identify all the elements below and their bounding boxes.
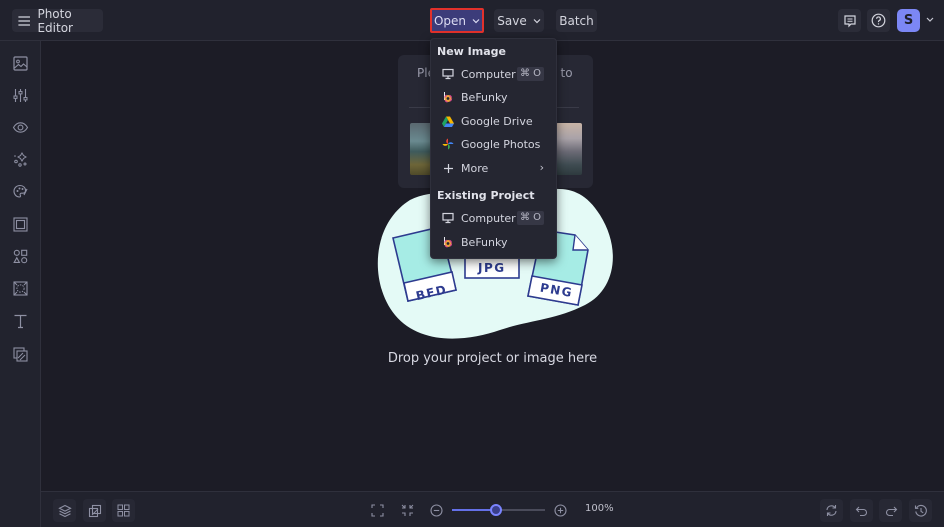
plus-icon	[442, 162, 454, 174]
menu-item-project-befunky[interactable]: BeFunky	[431, 231, 556, 253]
sync-button[interactable]	[820, 499, 843, 522]
hamburger-menu-icon	[18, 15, 31, 26]
plus-circle-icon	[554, 504, 567, 517]
account-chevron-down-icon[interactable]	[925, 14, 935, 24]
chevron-right-icon: ›	[539, 161, 544, 174]
actual-size-button[interactable]	[396, 499, 419, 522]
image-manager-icon[interactable]	[12, 55, 29, 72]
menu-item-new-befunky[interactable]: BeFunky	[431, 86, 556, 108]
app-menu-button[interactable]: Photo Editor	[12, 6, 103, 35]
google-drive-icon	[442, 115, 454, 127]
new-image-heading: New Image	[437, 45, 506, 58]
frames-icon[interactable]	[12, 216, 29, 233]
chevron-down-icon	[533, 18, 541, 23]
existing-project-heading: Existing Project	[437, 189, 535, 202]
zoom-slider-thumb[interactable]	[489, 504, 502, 516]
fit-to-screen-button[interactable]	[366, 499, 389, 522]
drop-hint-text: Drop your project or image here	[387, 351, 598, 366]
menu-item-label: Computer	[461, 67, 516, 81]
left-toolbar	[0, 41, 41, 527]
text-icon[interactable]	[12, 313, 29, 330]
overlays-icon[interactable]	[12, 280, 29, 297]
grid-icon	[117, 504, 130, 517]
menu-item-label: BeFunky	[461, 235, 508, 249]
menu-item-label: Google Photos	[461, 137, 541, 151]
open-label: Open	[433, 13, 467, 28]
menu-item-label: More	[461, 161, 489, 175]
menu-item-more[interactable]: More ›	[431, 157, 556, 179]
open-dropdown-menu: New Image Computer ⌘ O BeFunky Google Dr…	[430, 38, 557, 259]
comment-icon	[843, 14, 856, 27]
monitor-icon	[442, 212, 454, 224]
adjustments-icon[interactable]	[12, 87, 29, 104]
befunky-icon	[442, 91, 454, 103]
history-button[interactable]	[909, 499, 932, 522]
google-photos-icon	[442, 138, 454, 150]
chevron-down-icon	[472, 18, 480, 23]
graphics-shapes-icon[interactable]	[12, 248, 29, 265]
help-icon	[871, 13, 886, 28]
befunky-icon	[442, 236, 454, 248]
minus-circle-icon	[430, 504, 443, 517]
undo-icon	[855, 506, 867, 516]
zoom-slider[interactable]	[452, 504, 545, 516]
expand-icon	[371, 504, 384, 517]
redo-button[interactable]	[879, 499, 902, 522]
menu-item-label: Computer	[461, 211, 516, 225]
top-bar: Photo Editor Open Save Batch S	[0, 0, 944, 41]
grid-view-button[interactable]	[112, 499, 135, 522]
layers-button[interactable]	[53, 499, 76, 522]
batch-label: Batch	[559, 13, 594, 28]
history-icon	[914, 504, 927, 517]
help-button[interactable]	[867, 9, 890, 32]
menu-item-label: BeFunky	[461, 90, 508, 104]
monitor-icon	[442, 68, 454, 80]
menu-item-google-photos[interactable]: Google Photos	[431, 133, 556, 155]
compare-icon	[88, 504, 101, 517]
redo-icon	[885, 506, 897, 516]
layers-icon	[57, 504, 72, 517]
zoom-out-button[interactable]	[425, 499, 448, 522]
save-label: Save	[497, 13, 527, 28]
zoom-level-value: 100%	[585, 503, 614, 514]
zoom-in-button[interactable]	[549, 499, 572, 522]
refresh-icon	[826, 505, 837, 516]
artsy-palette-icon[interactable]	[12, 183, 29, 200]
undo-button[interactable]	[850, 499, 873, 522]
menu-item-google-drive[interactable]: Google Drive	[431, 110, 556, 132]
keyboard-shortcut: ⌘ O	[516, 67, 544, 81]
bottom-toolbar: 100%	[41, 491, 944, 527]
app-title: Photo Editor	[37, 6, 73, 35]
save-button[interactable]: Save	[494, 9, 544, 32]
effects-sparkle-icon[interactable]	[12, 151, 29, 168]
compare-button[interactable]	[83, 499, 106, 522]
jpg-label: JPG	[477, 261, 506, 275]
menu-item-new-computer[interactable]: Computer ⌘ O	[431, 63, 556, 85]
sample-image-thumbnail[interactable]	[556, 123, 582, 175]
batch-button[interactable]: Batch	[556, 9, 597, 32]
keyboard-shortcut: ⌘ O	[516, 211, 544, 225]
menu-item-project-computer[interactable]: Computer ⌘ O	[431, 207, 556, 229]
menu-item-label: Google Drive	[461, 114, 533, 128]
open-button[interactable]: Open	[430, 8, 484, 33]
eye-icon[interactable]	[12, 119, 29, 136]
collapse-icon	[401, 504, 414, 516]
user-avatar[interactable]: S	[897, 9, 920, 32]
feedback-button[interactable]	[838, 9, 861, 32]
